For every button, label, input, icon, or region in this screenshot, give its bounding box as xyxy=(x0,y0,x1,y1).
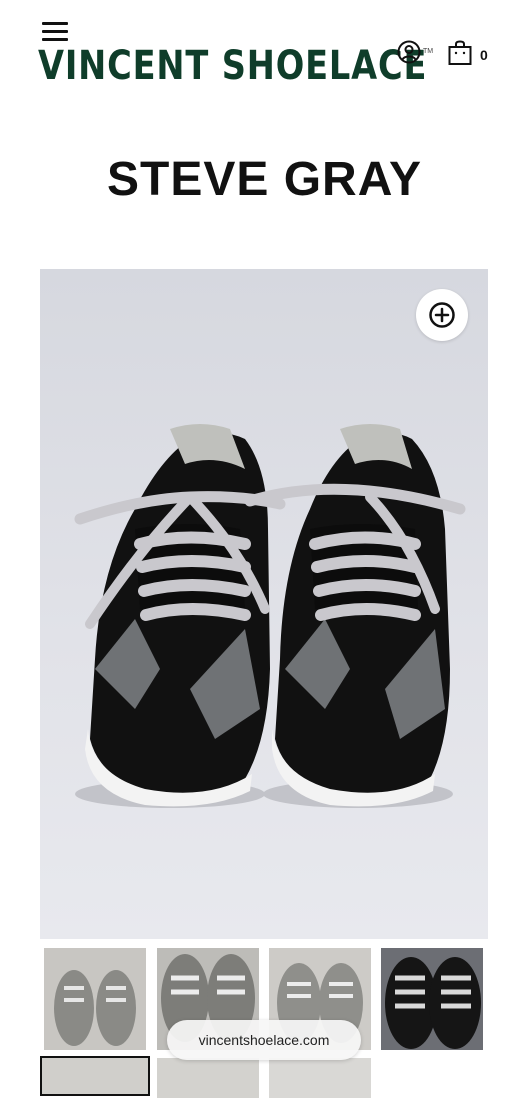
product-title: STEVE GRAY xyxy=(107,153,422,206)
brand-logo[interactable]: VINCENT SHOELACE xyxy=(38,46,427,86)
plus-circle-icon xyxy=(429,302,455,328)
cart-count: 0 xyxy=(480,47,488,63)
sneakers-photo xyxy=(74,424,466,808)
menu-button[interactable] xyxy=(42,22,70,42)
gallery-thumbnail[interactable] xyxy=(157,1058,259,1098)
browser-url-bar[interactable]: vincentshoelace.com xyxy=(167,1020,361,1060)
cart-button[interactable] xyxy=(448,40,472,66)
gallery-thumbnail-selected[interactable] xyxy=(40,1056,150,1096)
account-button[interactable] xyxy=(397,40,421,64)
gallery-thumbnail[interactable] xyxy=(381,948,483,1050)
user-circle-icon xyxy=(397,40,421,64)
trademark-mark: TM xyxy=(423,48,434,55)
gallery-thumbnail[interactable] xyxy=(269,1058,371,1098)
hamburger-menu-icon xyxy=(42,22,68,25)
shopping-bag-icon xyxy=(448,40,472,65)
zoom-button[interactable] xyxy=(416,289,468,341)
gallery-thumbnail[interactable] xyxy=(44,948,146,1050)
product-main-image[interactable] xyxy=(40,269,488,939)
